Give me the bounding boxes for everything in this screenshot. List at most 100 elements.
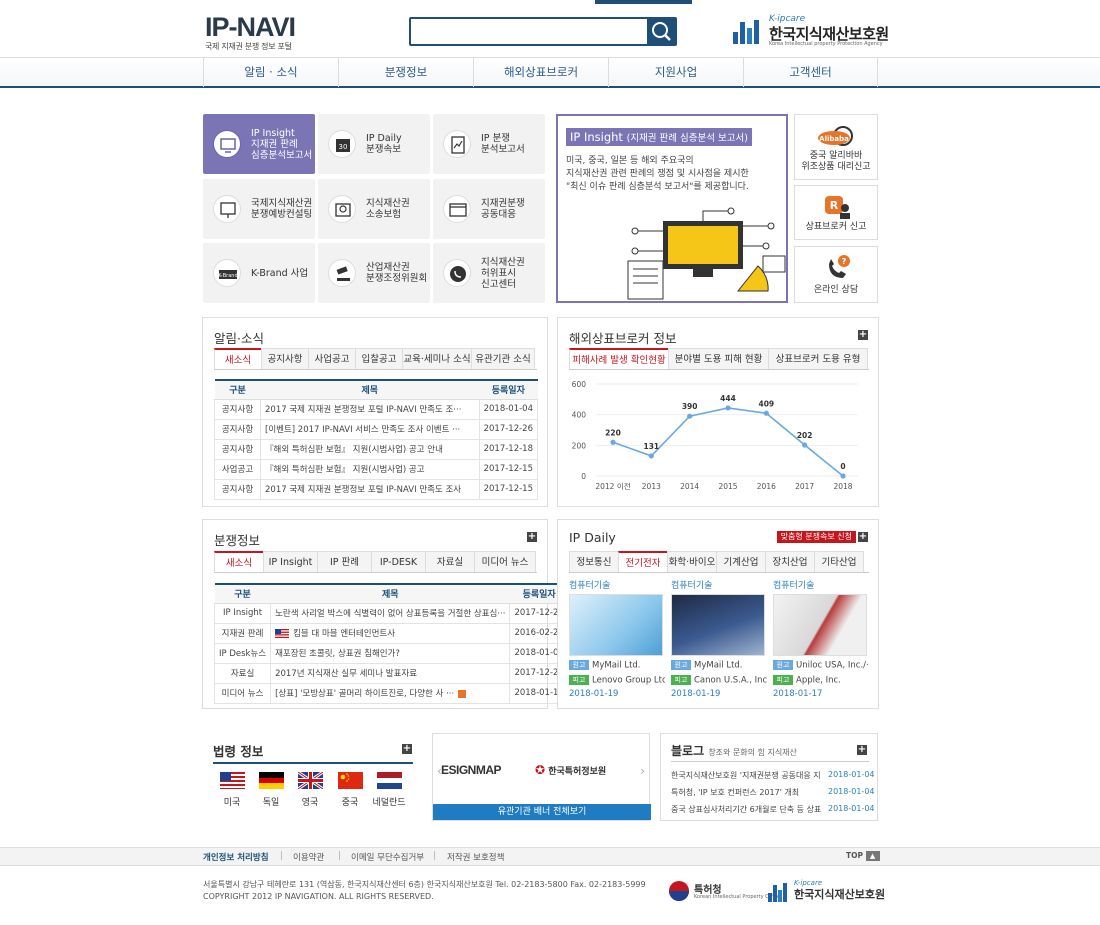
top-button[interactable]: TOP ▲ [846, 851, 880, 861]
ip-navi-logo[interactable]: IP-NAVI 국제 지재권 분쟁 정보 포털 [205, 14, 315, 54]
tab-announcement[interactable]: 공지사항 [261, 348, 309, 369]
tab-dispute-news[interactable]: 새소식 [214, 551, 264, 572]
table-row[interactable]: 공지사항 『해외 특허심판 보험』 지원(시범사업) 공고 안내 2017-12-1… [214, 439, 539, 460]
tab-news[interactable]: 새소식 [214, 348, 262, 369]
daily-more-button[interactable]: + [858, 532, 868, 542]
svg-text:?: ? [842, 257, 847, 266]
side-online-consult[interactable]: ? 온라인 상담 [794, 246, 878, 303]
tab-library[interactable]: 자료실 [425, 551, 475, 572]
tile-false-marking[interactable]: 지식재산권 허위표시 신고센터 [433, 243, 545, 303]
blog-link[interactable]: 한국지식재산보호원 '지재권분쟁 공동대응 지··· [671, 770, 821, 781]
nav-support[interactable]: 지원사업 [608, 58, 743, 87]
footer-kipc-logo[interactable]: K-ipcare 한국지식재산보호원 [768, 879, 885, 903]
blog-link[interactable]: 특허청, 'IP 보호 컨퍼런스 2017' 개최 [671, 787, 821, 798]
y-tick-label: 400 [572, 411, 587, 420]
us-flag-icon[interactable] [220, 772, 245, 789]
tab-ip-case[interactable]: IP 판례 [317, 551, 372, 572]
tile-consulting[interactable]: 국제지식재산권 분쟁예방컨설팅 [203, 179, 315, 239]
banner-next-button[interactable]: › [640, 764, 645, 778]
svg-text:Alibaba: Alibaba [819, 135, 849, 143]
search-input[interactable] [413, 21, 645, 42]
tab-field-damage[interactable]: 분야별 도용 피해 현황 [668, 348, 769, 369]
table-row[interactable]: 공지사항 2017 국제 지재권 분쟁정보 포털 IP-NAVI 만족도 조사 20… [214, 479, 539, 500]
china-flag-icon[interactable] [338, 772, 363, 789]
tab-chem-bio[interactable]: 화학·바이오 [667, 551, 717, 572]
tab-damage-cases[interactable]: 피해사례 발생 확인현황 [569, 348, 669, 369]
data-label: 220 [605, 428, 621, 437]
tile-ip-insight[interactable]: IP Insight 지재권 판례 심층분석보고서 [203, 114, 315, 174]
germany-flag-icon[interactable] [259, 772, 284, 789]
tab-bid[interactable]: 입찰공고 [355, 348, 403, 369]
tab-ip-insight[interactable]: IP Insight [263, 551, 318, 572]
daily-card[interactable]: 컴퓨터기술 원고MyMail Ltd. 피고Lenovo Group Ltd··… [569, 578, 665, 699]
data-label: 202 [797, 431, 813, 440]
table-row[interactable]: 공지사항 2017 국제 지재권 분쟁정보 포털 IP-NAVI 만족도 조···… [214, 399, 539, 420]
daily-card[interactable]: 컴퓨터기술 원고 Uniloc USA, Inc./··· 피고 Apple, In… [773, 578, 869, 699]
table-row[interactable]: 미디어 뉴스 [상표] '모방상표' 골머리 하이트진로, 다양한 사 ··· 20… [213, 683, 569, 704]
kipi-banner[interactable]: ✪ 한국특허정보원 [535, 763, 606, 777]
tab-ip-desk[interactable]: IP-DESK [371, 551, 426, 572]
phone-bubble-icon [443, 259, 471, 287]
dispute-title: 분쟁정보 [214, 533, 261, 548]
tab-business[interactable]: 사업공고 [308, 348, 356, 369]
presentation-icon [213, 195, 241, 223]
nav-broker[interactable]: 해외상표브로커 [473, 58, 608, 87]
data-point [648, 453, 654, 459]
netherlands-flag-icon[interactable] [377, 772, 402, 789]
tab-agency[interactable]: 유관기관 소식 [471, 348, 535, 369]
insight-illustration [627, 207, 786, 300]
tab-machinery[interactable]: 기계산업 [716, 551, 766, 572]
data-point [610, 439, 616, 445]
new-icon [458, 689, 467, 698]
insight-description: 미국, 중국, 일본 등 해외 주요국의 지식재산권 관련 판례의 쟁점 및 시… [566, 156, 749, 192]
uk-flag-icon[interactable] [298, 772, 323, 789]
tab-media[interactable]: 미디어 뉴스 [474, 551, 536, 572]
law-more-button[interactable]: + [402, 744, 412, 754]
table-row[interactable]: 자료실 2017년 지식재산 실무 세미나 발표자료 2017-12-28 [213, 663, 569, 684]
tile-ip-report[interactable]: IP 분쟁 분석보고서 [433, 114, 545, 174]
kipc-logo[interactable]: K-ipcare 한국지식재산보호원 Korea Intellectual pr… [733, 14, 889, 47]
tile-k-brand[interactable]: K-Brand K-Brand 사업 [203, 243, 315, 303]
notice-panel: 알림·소식 새소식 공지사항 사업공고 입찰공고 교육·세미나 소식 유관기관 … [202, 317, 548, 507]
side-broker-report[interactable]: R 상표브로커 신고 [794, 185, 878, 240]
terms-link[interactable]: 이용약관 [293, 851, 324, 863]
blog-more-button[interactable]: + [857, 745, 867, 755]
nav-notice[interactable]: 알림 · 소식 [203, 58, 338, 87]
tab-telecom[interactable]: 정보통신 [569, 551, 619, 572]
custom-alert-button[interactable]: 맞춤형 분쟁속보 신청 [776, 531, 856, 543]
data-label: 131 [644, 442, 660, 451]
side-alibaba[interactable]: Alibaba 중국 알리바바 위조상품 대리신고 [794, 114, 878, 180]
signmap-banner[interactable]: ESIGNMAP [441, 763, 502, 777]
nav-dispute[interactable]: 분쟁정보 [338, 58, 473, 87]
search-button[interactable] [647, 19, 675, 44]
tile-insurance[interactable]: 지식재산권 소송보험 [318, 179, 430, 239]
tile-mediation[interactable]: 산업재산권 분쟁조정위원회 [318, 243, 430, 303]
tab-seminar[interactable]: 교육·세미나 소식 [402, 348, 472, 369]
tab-broker-types[interactable]: 상표브로커 도용 유형 [768, 348, 868, 369]
nav-customer[interactable]: 고객센터 [743, 58, 878, 87]
blog-link[interactable]: 중국 상표심사처리기간 6개월로 단축 등 상표··· [671, 804, 821, 815]
daily-card[interactable]: 컴퓨터기술 원고MyMail Ltd. 피고Canon U.S.A., Inc.… [671, 578, 767, 699]
notice-table: 구분 제목 등록일자 공지사항 2017 국제 지재권 분쟁정보 포털 IP-NAVI… [214, 379, 539, 500]
kipo-logo[interactable]: 특허청 Korean Intellectual Property Office [668, 880, 780, 902]
table-row[interactable]: IP Desk뉴스 재포장된 초콜릿, 상표권 침해인가? 2018-01-09 [213, 643, 569, 664]
data-point [687, 413, 693, 419]
email-refuse-link[interactable]: 이메일 무단수집거부 [351, 851, 424, 863]
tile-joint-response[interactable]: 지재권분쟁 공동대응 [433, 179, 545, 239]
tab-device[interactable]: 장치산업 [765, 551, 815, 572]
footer-links-bar: 개인정보 처리방침 | 이용약관 | 이메일 무단수집거부 | 저작권 보호정책… [0, 847, 1100, 866]
broker-more-button[interactable]: + [858, 330, 868, 340]
ip-insight-feature[interactable]: IP Insight (지재권 판례 심층분석 보고서) 미국, 중국, 일본 … [556, 114, 788, 303]
all-banners-button[interactable]: 유관기관 배너 전체보기 [433, 804, 651, 820]
privacy-link[interactable]: 개인정보 처리방침 [203, 851, 269, 863]
table-row[interactable]: IP Insight 노란색 사리얼 박스에 식별력이 없어 상표등록을 거절한 … [213, 603, 569, 624]
table-row[interactable]: 사업공고 『해외 특허심판 보험』 지원(시범사업) 공고 2017-12-15 [214, 459, 539, 480]
tab-other[interactable]: 기타산업 [814, 551, 864, 572]
copyright-policy-link[interactable]: 저작권 보호정책 [447, 851, 504, 863]
table-row[interactable]: 지재권 판례 킴블 대 마블 엔터테인먼트사 2016-02-26 [213, 623, 569, 644]
table-row[interactable]: 공지사항 [이벤트] 2017 IP-NAVI 서비스 만족도 조사 이벤트 ··… [214, 419, 539, 440]
x-tick-label: 2013 [642, 482, 661, 491]
tile-ip-daily[interactable]: 30 IP Daily 분쟁속보 [318, 114, 430, 174]
tab-electronics[interactable]: 전기전자 [618, 551, 668, 572]
dispute-more-button[interactable]: + [527, 532, 537, 542]
